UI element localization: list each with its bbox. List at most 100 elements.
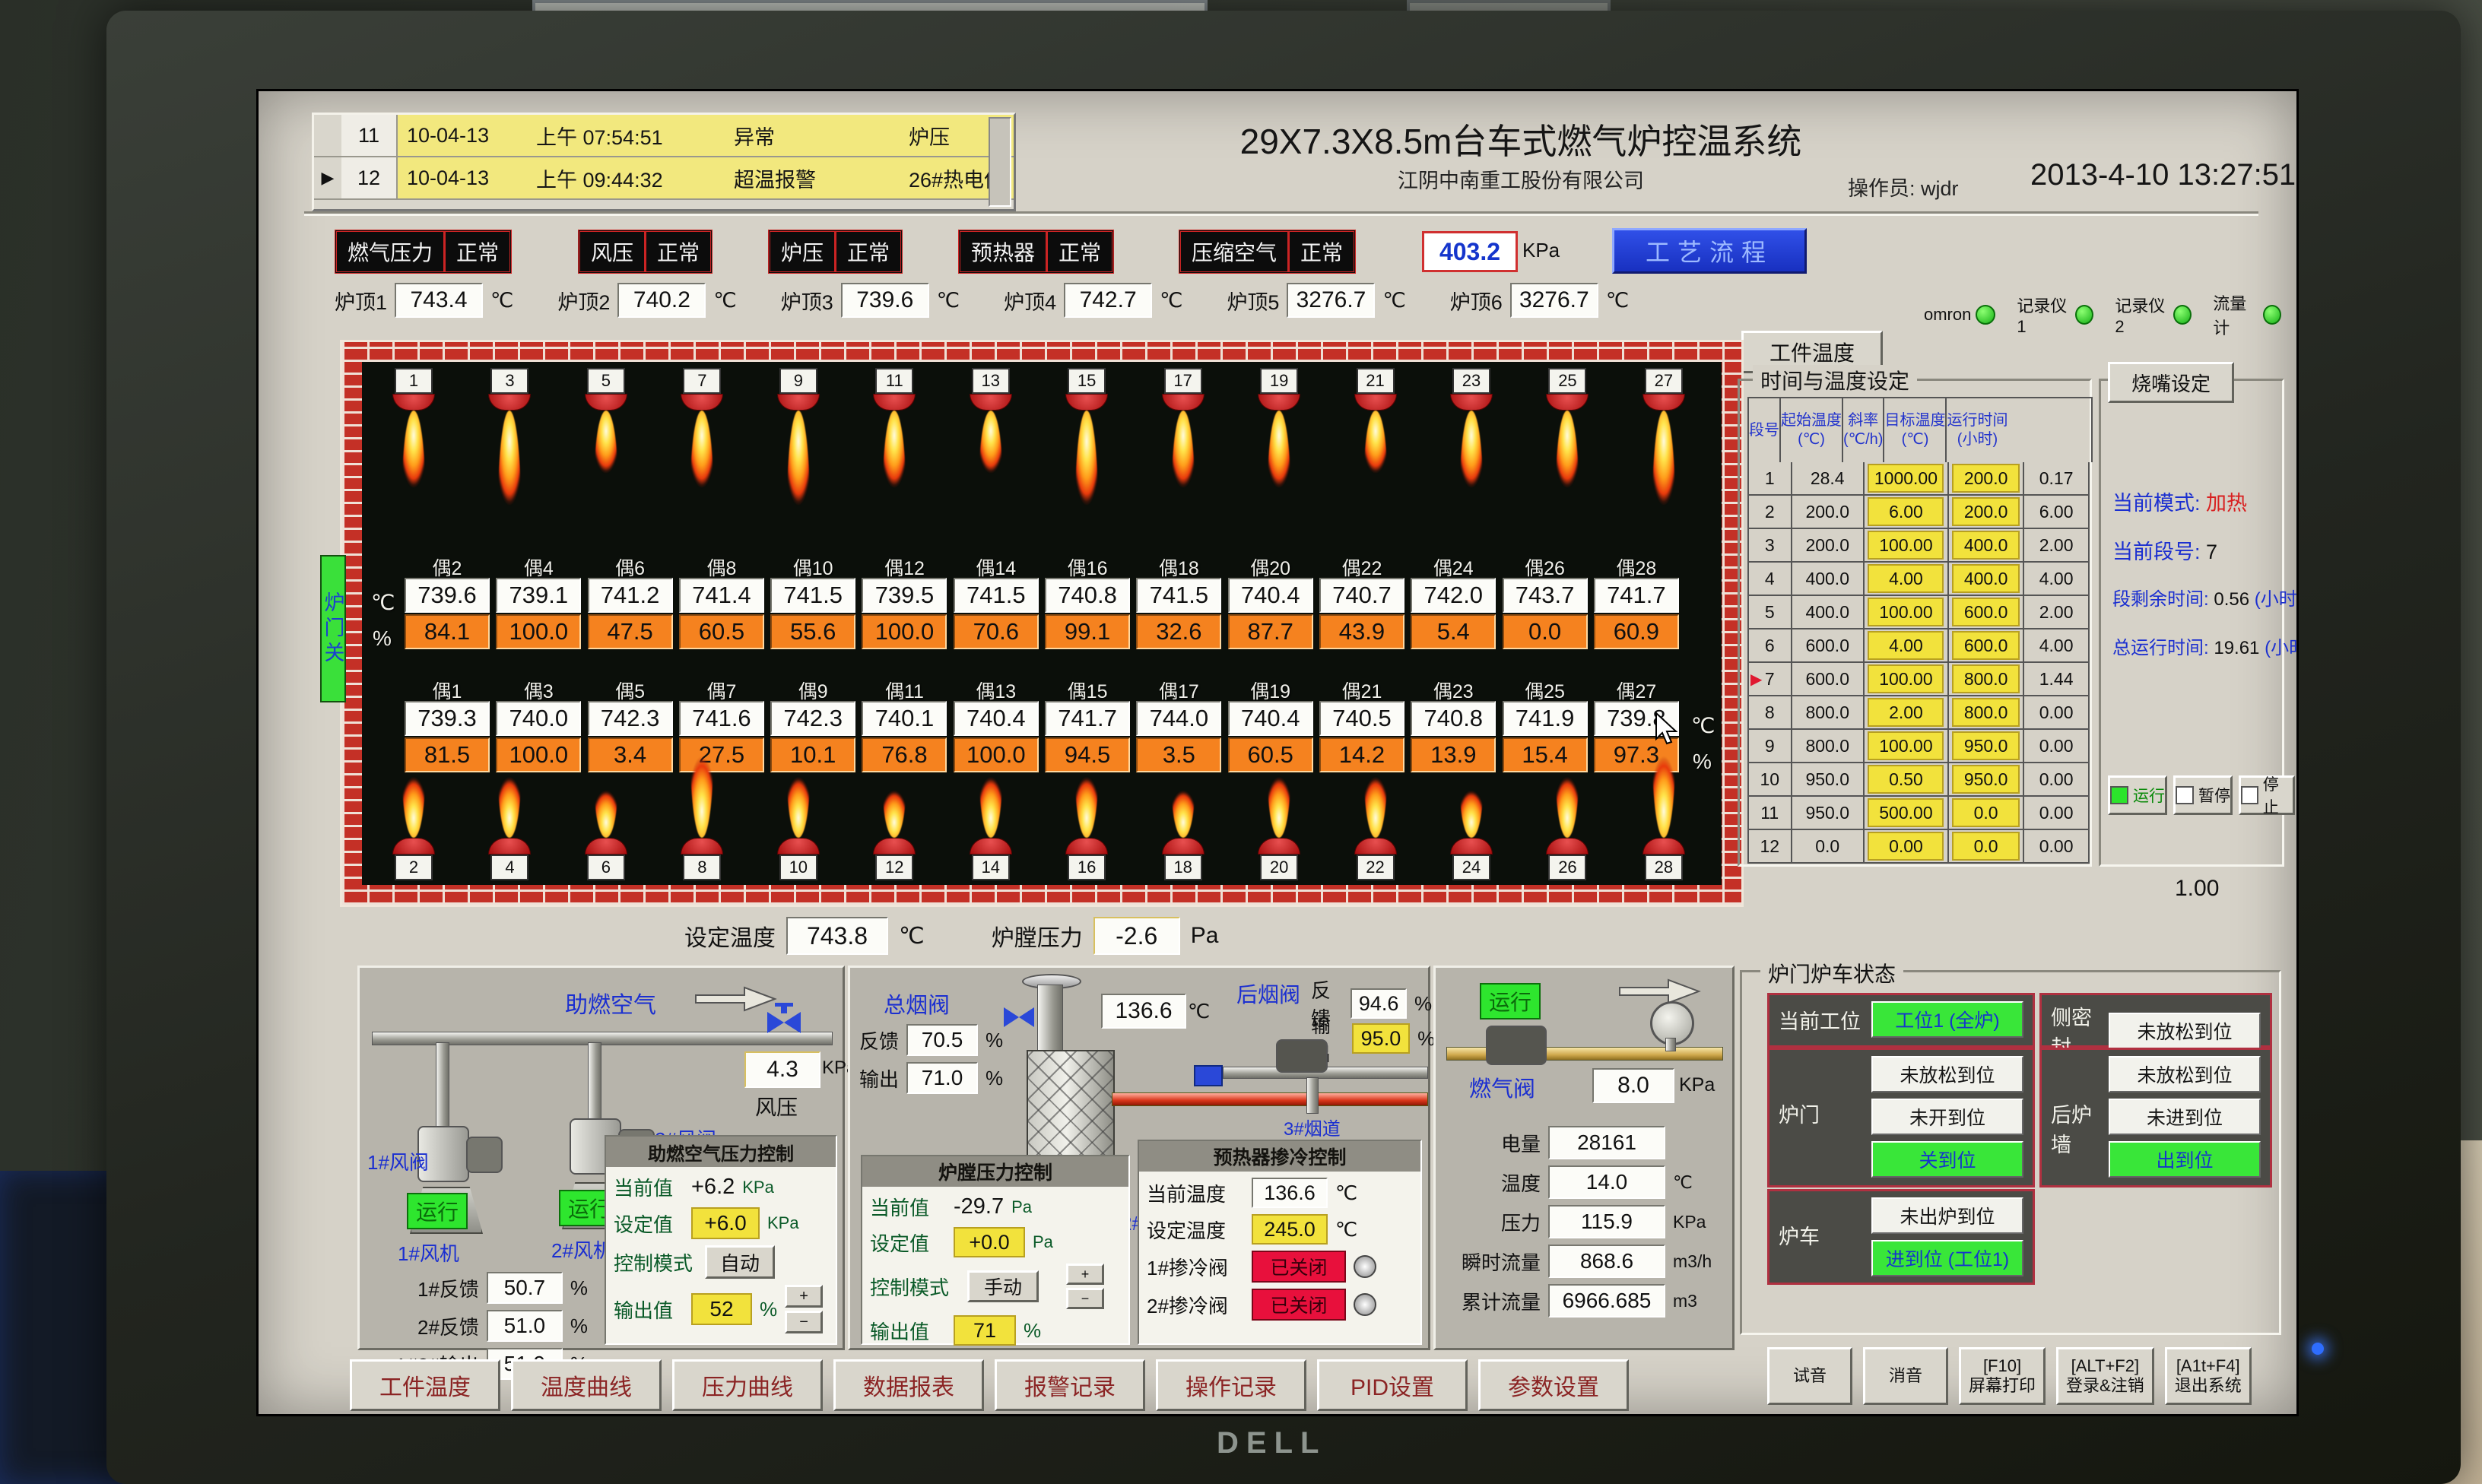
target-temp-cell[interactable]: 950.0	[1952, 731, 2020, 760]
air-set-value[interactable]: +6.0	[691, 1207, 760, 1239]
nav-tab[interactable]: 报警记录	[995, 1359, 1145, 1411]
slope-cell[interactable]: 500.00	[1868, 798, 1944, 827]
target-temp-cell[interactable]: 200.0	[1952, 464, 2020, 493]
duct3-pipe	[1306, 1077, 1319, 1114]
cooling-valve-1-state[interactable]: 已关闭	[1252, 1251, 1346, 1283]
alarm-row[interactable]: ▶ 12 10-04-13 上午 09:44:32 超温报警 26#热电偶	[314, 157, 1014, 200]
nav-tab[interactable]: 数据报表	[833, 1359, 984, 1411]
burner-nozzle-icon	[585, 838, 627, 855]
top-burner-row: 1 3 5	[385, 368, 1693, 550]
cooling-valve-2-state[interactable]: 已关闭	[1252, 1289, 1346, 1321]
target-temp-cell[interactable]: 400.0	[1952, 564, 2020, 593]
burner: 12	[865, 768, 923, 880]
burner-settings-button[interactable]: 烧嘴设定	[2108, 362, 2234, 403]
device-indicator: 记录仪2	[2115, 293, 2192, 337]
slope-cell[interactable]: 0.00	[1868, 832, 1944, 861]
slope-cell[interactable]: 100.00	[1868, 731, 1944, 760]
air-mode-button[interactable]: 自动	[705, 1245, 775, 1279]
stop-checkbox-icon	[2241, 786, 2258, 804]
nav-tab[interactable]: 操作记录	[1156, 1359, 1306, 1411]
target-temp-cell[interactable]: 600.0	[1952, 598, 2020, 626]
roof-temp: 炉顶5 3276.7 ℃	[1227, 283, 1405, 318]
target-temp-cell[interactable]: 0.0	[1952, 832, 2020, 861]
burner-nozzle-icon	[488, 394, 531, 411]
thermocouple-name: 偶5	[615, 677, 645, 701]
hearth-pressure-set[interactable]: +0.0	[954, 1227, 1025, 1257]
fan-1-label: 1#风机	[398, 1238, 459, 1267]
target-temp-cell[interactable]: 950.0	[1952, 765, 2020, 794]
air-pressure-value: 4.3	[744, 1051, 820, 1088]
flame-icon	[498, 411, 521, 550]
air-out-value[interactable]: 52	[691, 1293, 752, 1325]
nav-tab[interactable]: 温度曲线	[511, 1359, 662, 1411]
alarm-date: 10-04-13	[398, 166, 536, 190]
flame-icon	[1172, 411, 1195, 525]
gas-meter-value: 115.9	[1548, 1205, 1665, 1238]
hearth-mode-button[interactable]: 手动	[967, 1270, 1039, 1302]
run-hours-cell: 4.00	[2024, 629, 2088, 661]
hearth-pressure-unit: Pa	[1191, 923, 1219, 949]
system-button[interactable]: [F10]屏幕打印	[1959, 1347, 2046, 1405]
segment-number: 6	[1765, 636, 1775, 656]
thermocouple-temp: 739.1	[496, 578, 581, 613]
hearth-out-value[interactable]: 71	[954, 1315, 1016, 1346]
operator-label: 操作员: wjdr	[1848, 172, 1959, 201]
target-temp-cell[interactable]: 800.0	[1952, 664, 2020, 693]
gas-meter-label: 累计流量	[1448, 1287, 1541, 1315]
system-button[interactable]: [A1t+F4]退出系统	[2165, 1347, 2252, 1405]
hearth-out-plus-button[interactable]: +	[1066, 1264, 1104, 1285]
alarm-time: 上午 07:54:51	[536, 121, 734, 151]
hot-flue-pipe	[1112, 1092, 1428, 1106]
target-temp-cell[interactable]: 600.0	[1952, 631, 2020, 660]
air-out-minus-button[interactable]: −	[785, 1311, 823, 1333]
slope-cell[interactable]: 4.00	[1868, 631, 1944, 660]
valve-cam-icon[interactable]	[1354, 1293, 1376, 1316]
slope-cell[interactable]: 100.00	[1868, 664, 1944, 693]
flame-icon	[979, 411, 1002, 503]
slope-cell[interactable]: 100.00	[1868, 598, 1944, 626]
nav-tab[interactable]: PID设置	[1317, 1359, 1468, 1411]
misc-value: 1.00	[2175, 876, 2219, 902]
process-flow-button[interactable]: 工艺流程	[1612, 228, 1807, 274]
target-temp-cell[interactable]: 400.0	[1952, 531, 2020, 560]
target-temp-cell[interactable]: 800.0	[1952, 698, 2020, 727]
flue-valve-icon	[1002, 1004, 1036, 1030]
roof-temp-value: 742.7	[1064, 283, 1152, 318]
slope-cell[interactable]: 4.00	[1868, 564, 1944, 593]
slope-cell[interactable]: 0.50	[1868, 765, 1944, 794]
valve-cam-icon[interactable]	[1354, 1255, 1376, 1278]
slope-cell[interactable]: 6.00	[1868, 497, 1944, 526]
seal-state-badge: 未放松到位	[2109, 1013, 2261, 1049]
system-button[interactable]: [ALT+F2]登录&注销	[2056, 1347, 2154, 1405]
hearth-out-minus-button[interactable]: −	[1066, 1288, 1104, 1309]
company-name: 江阴中南重工股份有限公司	[1080, 164, 1962, 194]
pause-button[interactable]: 暂停	[2173, 775, 2233, 815]
fan-1-run-badge: 运行	[407, 1193, 468, 1229]
slope-cell[interactable]: 100.00	[1868, 531, 1944, 560]
header-divider	[304, 211, 2258, 216]
alarm-row[interactable]: 11 10-04-13 上午 07:54:51 异常 炉压	[314, 115, 1014, 157]
slope-cell[interactable]: 2.00	[1868, 698, 1944, 727]
stop-button[interactable]: 停止	[2239, 775, 2295, 815]
burner: 22	[1347, 748, 1404, 880]
target-temp-cell[interactable]: 200.0	[1952, 497, 2020, 526]
main-flue-valve-label: 总烟阀	[884, 988, 950, 1019]
nav-tab[interactable]: 压力曲线	[672, 1359, 823, 1411]
slope-cell[interactable]: 1000.00	[1868, 464, 1944, 493]
preheater-set-temp[interactable]: 245.0	[1252, 1214, 1328, 1245]
alarm-scrollbar[interactable]	[989, 117, 1011, 207]
segment-number: 12	[1760, 836, 1779, 857]
nav-tab[interactable]: 工件温度	[350, 1359, 500, 1411]
nav-tab[interactable]: 参数设置	[1478, 1359, 1629, 1411]
run-button[interactable]: 运行	[2108, 775, 2167, 815]
duct3-label: 3#烟道	[1284, 1114, 1341, 1140]
target-temp-cell[interactable]: 0.0	[1952, 798, 2020, 827]
system-button[interactable]: 消音	[1863, 1347, 1948, 1405]
air-out-plus-button[interactable]: +	[785, 1285, 823, 1308]
furnace-view: 1 3 5	[342, 342, 1741, 905]
burner: 10	[770, 748, 827, 880]
system-button[interactable]: 试音	[1767, 1347, 1852, 1405]
power-led[interactable]	[2312, 1343, 2324, 1355]
schedule-row: 4 400.0 4.00 400.0 4.00	[1747, 563, 2090, 596]
burner-nozzle-icon	[1450, 838, 1493, 855]
